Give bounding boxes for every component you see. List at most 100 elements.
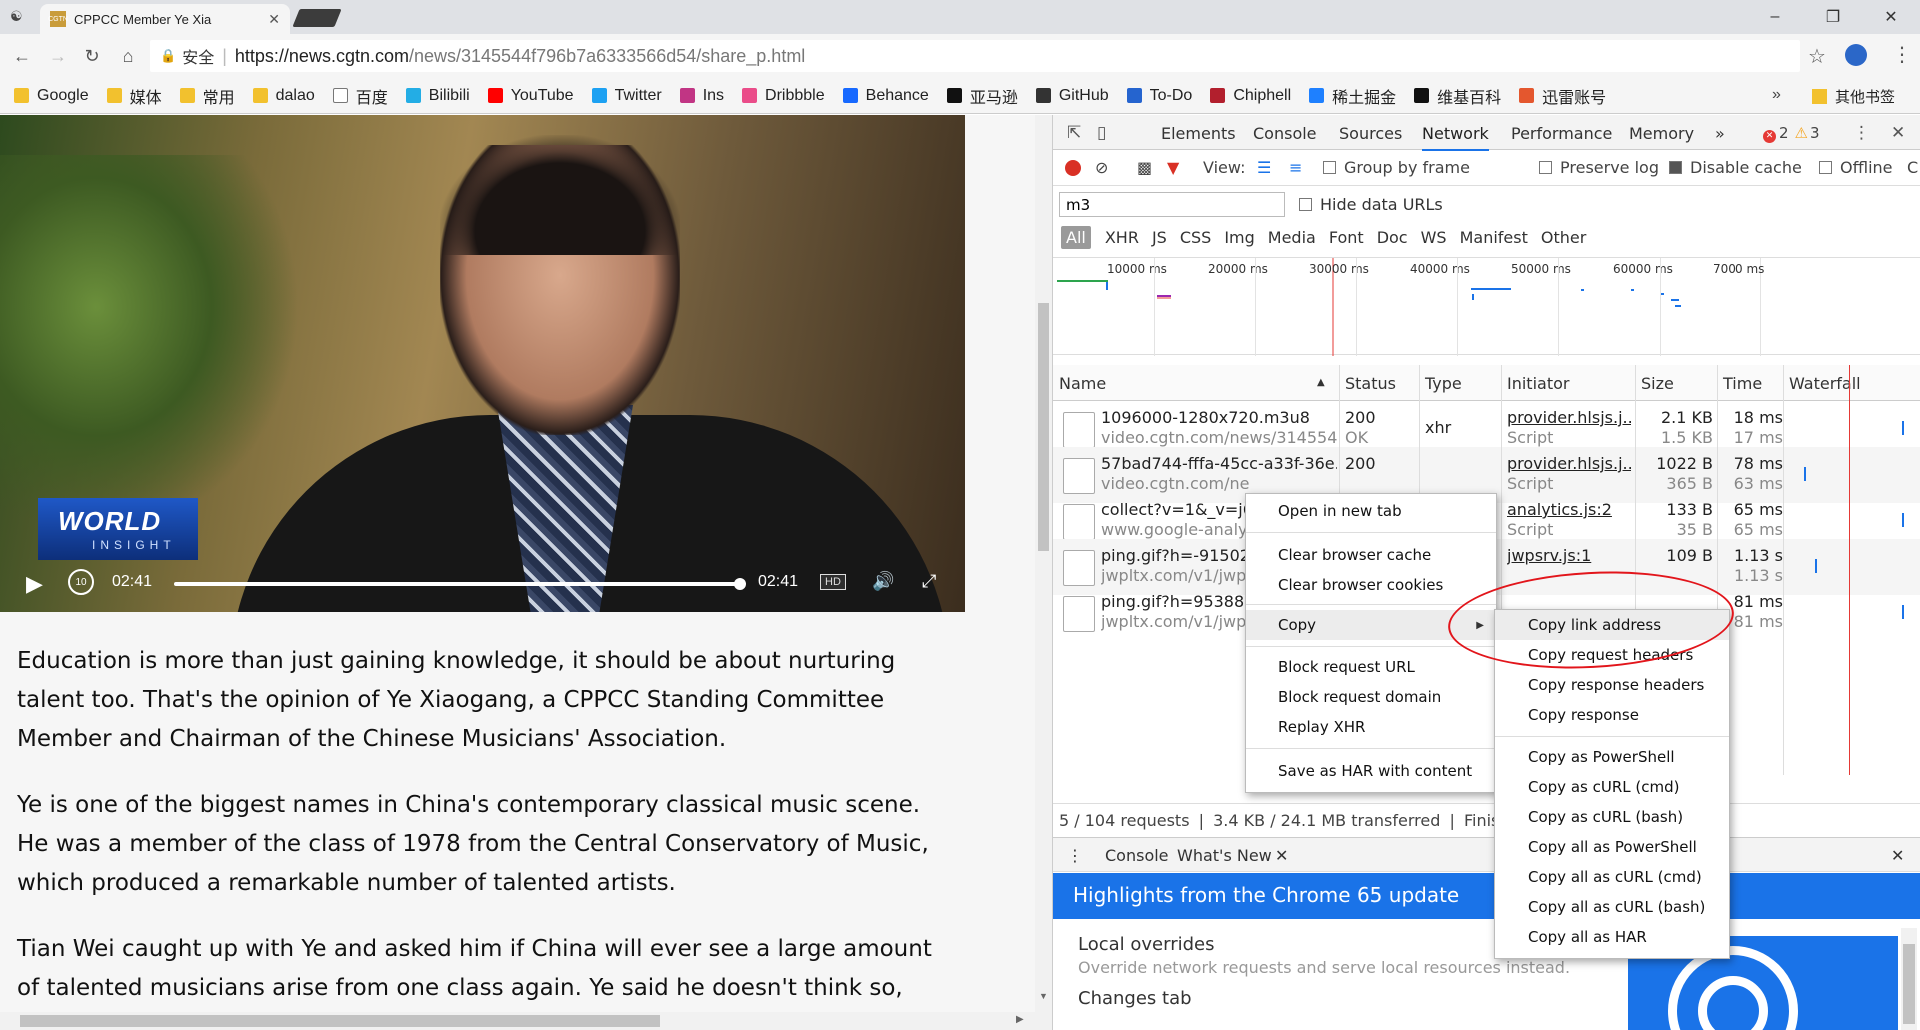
type-filter-css[interactable]: CSS xyxy=(1180,228,1211,247)
bookmark-youtube[interactable]: YouTube xyxy=(487,87,574,105)
col-type[interactable]: Type xyxy=(1425,374,1462,393)
close-window-icon[interactable]: ✕ xyxy=(1862,0,1920,34)
throttling-label[interactable]: C xyxy=(1907,158,1918,177)
device-toolbar-icon[interactable]: ▯ xyxy=(1097,123,1106,143)
disable-cache-checkbox[interactable]: Disable cache xyxy=(1669,158,1802,177)
checkbox[interactable] xyxy=(1299,198,1312,211)
menu-clear-browser-cache[interactable]: Clear browser cache xyxy=(1278,546,1431,564)
type-filter-img[interactable]: Img xyxy=(1224,228,1254,247)
overview-icon[interactable]: ≡ xyxy=(1289,158,1302,177)
bookmark-[interactable]: 稀土掘金 xyxy=(1309,84,1396,108)
type-filter-media[interactable]: Media xyxy=(1268,228,1316,247)
menu-copy-all-as-powershell[interactable]: Copy all as PowerShell xyxy=(1528,838,1697,856)
clear-icon[interactable]: ⊘ xyxy=(1095,158,1108,177)
scrollbar-thumb[interactable] xyxy=(20,1015,660,1027)
whats-new-item-title[interactable]: Local overrides xyxy=(1078,934,1214,955)
network-overview-timeline[interactable]: 10000 ms 20000 ms 30000 ms 40000 ms 50000 ms… xyxy=(1053,257,1920,356)
video-player[interactable]: WORLD INSIGHT ▶ 10 02:41 02:41 HD 🔊 ⤢ xyxy=(0,115,965,612)
menu-copy-as-curl-cmd[interactable]: Copy as cURL (cmd) xyxy=(1528,778,1679,796)
bookmark-[interactable]: 百度 xyxy=(332,84,388,108)
type-filter-manifest[interactable]: Manifest xyxy=(1460,228,1528,247)
menu-copy-as-powershell[interactable]: Copy as PowerShell xyxy=(1528,748,1675,766)
browser-menu-icon[interactable]: ⋮ xyxy=(1892,42,1912,67)
browser-tab[interactable]: CGTN CPPCC Member Ye Xia ✕ xyxy=(40,4,290,34)
bookmark-[interactable]: 亚马逊 xyxy=(946,84,1018,108)
bookmark-twitter[interactable]: Twitter xyxy=(591,87,662,105)
seek-bar[interactable] xyxy=(174,582,742,586)
menu-copy-all-as-curl-bash[interactable]: Copy all as cURL (bash) xyxy=(1528,898,1705,916)
bookmark-star-icon[interactable]: ☆ xyxy=(1808,44,1826,69)
drawer-tab-console[interactable]: Console xyxy=(1105,846,1169,865)
hide-data-urls-checkbox[interactable]: Hide data URLs xyxy=(1299,195,1443,214)
col-size[interactable]: Size xyxy=(1641,374,1674,393)
large-rows-icon[interactable]: ☰ xyxy=(1257,158,1271,177)
screenshot-icon[interactable]: ▩ xyxy=(1137,158,1152,177)
reload-icon[interactable]: ↻ xyxy=(80,44,104,68)
scrollbar-thumb[interactable] xyxy=(1038,303,1049,551)
inspect-element-icon[interactable]: ⇱ xyxy=(1067,123,1081,143)
bookmark-google[interactable]: Google xyxy=(14,87,89,105)
col-initiator[interactable]: Initiator xyxy=(1507,374,1569,393)
menu-open-in-new-tab[interactable]: Open in new tab xyxy=(1278,502,1402,520)
bookmark-github[interactable]: GitHub xyxy=(1035,87,1109,105)
scrollbar-thumb[interactable] xyxy=(1903,944,1915,1024)
bookmark-[interactable]: 媒体 xyxy=(106,84,162,108)
menu-save-as-har[interactable]: Save as HAR with content xyxy=(1278,762,1472,780)
scroll-down-icon[interactable]: ▼ xyxy=(1039,991,1048,1001)
bookmark-dalao[interactable]: dalao xyxy=(252,87,315,105)
bookmark-ins[interactable]: Ins xyxy=(679,87,724,105)
more-tabs-icon[interactable]: » xyxy=(1715,124,1725,143)
type-filter-other[interactable]: Other xyxy=(1541,228,1586,247)
home-icon[interactable]: ⌂ xyxy=(116,44,140,68)
checkbox[interactable] xyxy=(1819,161,1832,174)
type-filter-doc[interactable]: Doc xyxy=(1377,228,1408,247)
type-filter-js[interactable]: JS xyxy=(1152,228,1167,247)
group-by-frame-checkbox[interactable]: Group by frame xyxy=(1323,158,1470,177)
menu-copy-all-as-curl-cmd[interactable]: Copy all as cURL (cmd) xyxy=(1528,868,1702,886)
drawer-menu-icon[interactable]: ⋮ xyxy=(1067,846,1083,865)
checkbox[interactable] xyxy=(1323,161,1336,174)
tab-network[interactable]: Network xyxy=(1422,124,1489,151)
tab-console[interactable]: Console xyxy=(1253,124,1317,143)
type-filter-font[interactable]: Font xyxy=(1329,228,1364,247)
bookmark-[interactable]: 迅雷账号 xyxy=(1519,84,1606,108)
error-warning-counter[interactable]: ✕ 2 ⚠ 3 xyxy=(1763,124,1820,143)
rewind-10-icon[interactable]: 10 xyxy=(68,569,94,595)
bookmark-[interactable]: 维基百科 xyxy=(1414,84,1501,108)
forward-icon[interactable]: → xyxy=(46,44,70,68)
tab-sources[interactable]: Sources xyxy=(1339,124,1402,143)
restore-icon[interactable]: ❐ xyxy=(1804,0,1862,34)
col-time[interactable]: Time xyxy=(1723,374,1762,393)
tab-performance[interactable]: Performance xyxy=(1511,124,1612,143)
other-bookmarks[interactable]: 其他书签 xyxy=(1812,86,1895,107)
address-bar[interactable]: 🔒 安全 | https:// news.cgtn.com /news/3145… xyxy=(150,40,1800,72)
menu-clear-browser-cookies[interactable]: Clear browser cookies xyxy=(1278,576,1443,594)
hd-button[interactable]: HD xyxy=(820,574,846,590)
menu-copy-response-headers[interactable]: Copy response headers xyxy=(1528,676,1704,694)
menu-replay-xhr[interactable]: Replay XHR xyxy=(1278,718,1365,736)
menu-copy[interactable]: Copy xyxy=(1278,616,1316,634)
bookmark-bilibili[interactable]: Bilibili xyxy=(405,87,470,105)
type-filter-xhr[interactable]: XHR xyxy=(1105,228,1139,247)
checkbox[interactable] xyxy=(1539,161,1552,174)
tab-memory[interactable]: Memory xyxy=(1629,124,1694,143)
record-icon[interactable] xyxy=(1065,160,1081,176)
back-icon[interactable]: ← xyxy=(10,44,34,68)
menu-block-request-domain[interactable]: Block request domain xyxy=(1278,688,1441,706)
close-devtools-icon[interactable]: ✕ xyxy=(1891,123,1905,143)
menu-block-request-url[interactable]: Block request URL xyxy=(1278,658,1415,676)
bookmarks-overflow-icon[interactable]: » xyxy=(1772,86,1781,104)
drawer-scrollbar[interactable] xyxy=(1901,928,1917,1030)
menu-copy-response[interactable]: Copy response xyxy=(1528,706,1639,724)
lock-icon[interactable]: 🔒 xyxy=(160,48,176,64)
col-name[interactable]: Name xyxy=(1059,374,1106,393)
seek-handle[interactable] xyxy=(734,578,746,590)
menu-copy-as-curl-bash[interactable]: Copy as cURL (bash) xyxy=(1528,808,1683,826)
new-tab-button[interactable] xyxy=(292,9,342,27)
page-vertical-scrollbar[interactable]: ▼ xyxy=(1035,115,1052,1030)
bookmark-chiphell[interactable]: Chiphell xyxy=(1210,87,1291,105)
close-drawer-icon[interactable]: ✕ xyxy=(1891,846,1904,865)
preserve-log-checkbox[interactable]: Preserve log xyxy=(1539,158,1659,177)
tab-elements[interactable]: Elements xyxy=(1161,124,1236,143)
minimize-icon[interactable]: – xyxy=(1746,0,1804,34)
